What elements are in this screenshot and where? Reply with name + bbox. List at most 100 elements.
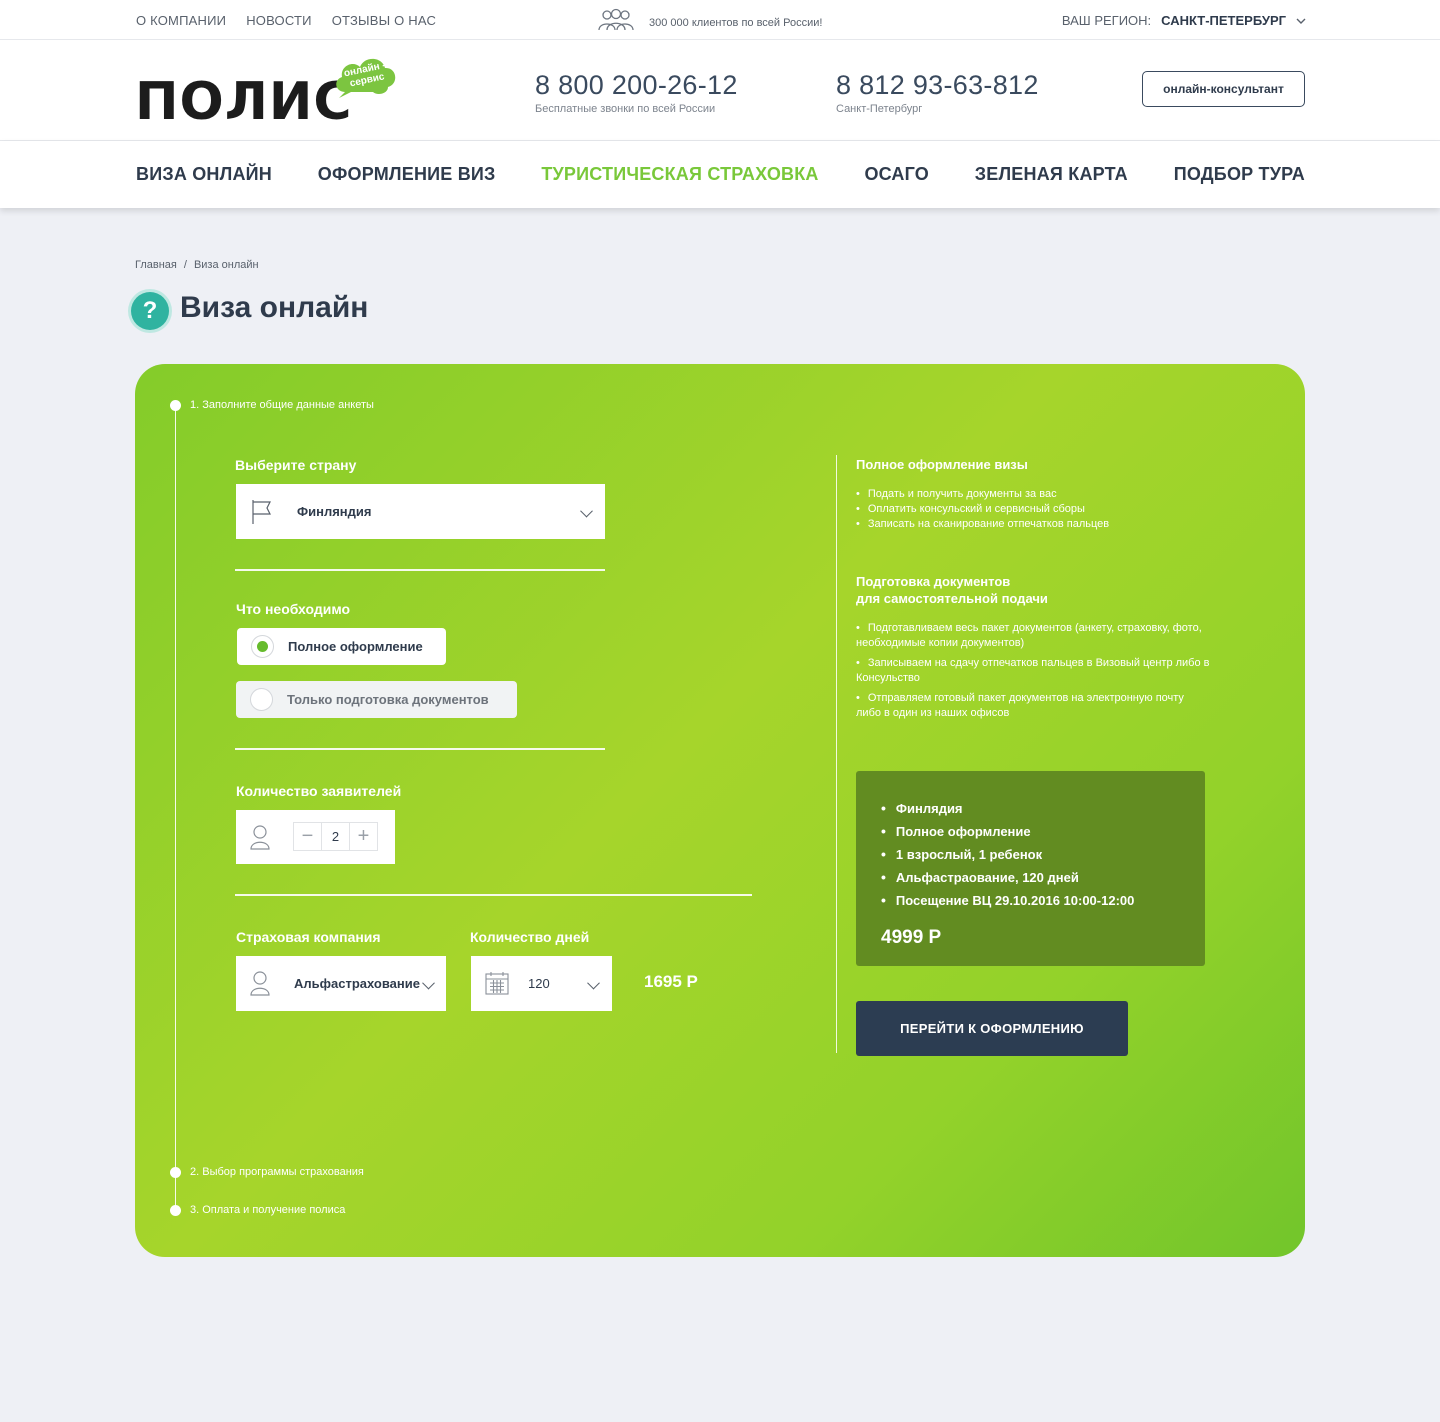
- question-icon[interactable]: ?: [131, 292, 169, 330]
- list-item: Подготавливаем весь пакет документов (ан…: [856, 621, 1211, 651]
- step-3-label: 3. Оплата и получение полиса: [190, 1204, 346, 1216]
- divider: [235, 748, 605, 750]
- option-docs-radio[interactable]: Только подготовка документов: [236, 681, 517, 718]
- full-service-title: Полное оформление визы: [856, 457, 1028, 472]
- option-full-label: Полное оформление: [288, 639, 423, 654]
- step-1-label: 1. Заполните общие данные анкеты: [190, 399, 374, 411]
- step-3: 3. Оплата и получение полиса: [170, 1204, 345, 1216]
- proceed-button[interactable]: ПЕРЕЙТИ К ОФОРМЛЕНИЮ: [856, 1001, 1128, 1056]
- radio-checked[interactable]: [251, 635, 274, 658]
- list-item: Отправляем готовый пакет документов на э…: [856, 691, 1211, 721]
- step-dot: [170, 399, 181, 411]
- chevron-down-icon[interactable]: [1296, 13, 1306, 28]
- applicants-label: Количество заявителей: [236, 783, 402, 799]
- country-select[interactable]: Финляндия: [236, 484, 605, 539]
- divider: [235, 569, 605, 571]
- logo[interactable]: ПОЛИС онлайн - сервис: [135, 54, 405, 134]
- applicants-value[interactable]: 2: [321, 823, 350, 850]
- need-label: Что необходимо: [236, 601, 351, 617]
- docs-service-list: Подготавливаем весь пакет документов (ан…: [856, 621, 1211, 726]
- calendar-icon: [485, 971, 509, 1000]
- list-item: Подать и получить документы за вас: [856, 487, 1211, 502]
- chevron-down-icon[interactable]: [580, 504, 593, 517]
- breadcrumb-home[interactable]: Главная: [135, 259, 177, 271]
- step-2-label: 2. Выбор программы страхования: [190, 1166, 364, 1178]
- top-bar: О КОМПАНИИ НОВОСТИ ОТЗЫВЫ О НАС 300 000 …: [0, 0, 1440, 40]
- nav-item-visa-processing[interactable]: ОФОРМЛЕНИЕ ВИЗ: [318, 164, 496, 185]
- country-value: Финляндия: [297, 504, 372, 519]
- header: ПОЛИС онлайн - сервис 8 800 200-26-12 Бе…: [0, 40, 1440, 141]
- radio-unchecked[interactable]: [250, 688, 273, 711]
- days-select[interactable]: 120: [471, 956, 612, 1011]
- chevron-down-icon[interactable]: [422, 976, 435, 989]
- clients-counter: 300 000 клиентов по всей России!: [597, 8, 822, 37]
- decrement-button[interactable]: −: [294, 823, 321, 850]
- summary-item: 1 взрослый, 1 ребенок: [881, 843, 1205, 866]
- link-reviews[interactable]: ОТЗЫВЫ О НАС: [332, 13, 436, 28]
- quantity-stepper: − 2 +: [293, 822, 378, 851]
- flag-icon: [250, 499, 274, 530]
- insurer-value: Альфастрахование: [294, 976, 420, 991]
- visa-form-panel: 1. Заполните общие данные анкеты 2. Выбо…: [135, 364, 1305, 1257]
- radio-dot: [257, 641, 268, 652]
- logo-word: ПОЛИС: [135, 72, 353, 132]
- country-label: Выберите страну: [235, 457, 357, 473]
- phone-free-note: Бесплатные звонки по всей России: [535, 103, 716, 115]
- summary-item: Альфастраование, 120 дней: [881, 866, 1205, 889]
- nav-item-green-card[interactable]: ЗЕЛЕНАЯ КАРТА: [975, 164, 1128, 185]
- steps-timeline: [175, 405, 176, 1213]
- list-item: Оплатить консульский и сервисный сборы: [856, 502, 1211, 517]
- step-2: 2. Выбор программы страхования: [170, 1166, 364, 1178]
- applicants-stepper: − 2 +: [236, 810, 395, 864]
- summary-item: Финлядия: [881, 797, 1205, 820]
- person-icon: [250, 970, 270, 1001]
- summary-item: Полное оформление: [881, 820, 1205, 843]
- link-about[interactable]: О КОМПАНИИ: [136, 13, 226, 28]
- people-icon: [597, 8, 635, 37]
- region-label: ВАШ РЕГИОН:: [1061, 13, 1152, 28]
- insurer-label: Страховая компания: [236, 929, 381, 945]
- region-value[interactable]: САНКТ-ПЕТЕРБУРГ: [1161, 13, 1286, 28]
- step-dot: [170, 1204, 181, 1216]
- option-docs-label: Только подготовка документов: [287, 692, 489, 707]
- divider: [235, 894, 752, 896]
- top-links: О КОМПАНИИ НОВОСТИ ОТЗЫВЫ О НАС: [136, 13, 436, 28]
- person-icon: [250, 824, 270, 855]
- chevron-down-icon[interactable]: [587, 976, 600, 989]
- phone-free-number[interactable]: 8 800 200-26-12: [535, 70, 738, 101]
- page-title: Виза онлайн: [180, 291, 369, 324]
- days-label: Количество дней: [470, 929, 590, 945]
- nav-item-osago[interactable]: ОСАГО: [864, 164, 929, 185]
- clients-text: 300 000 клиентов по всей России!: [649, 16, 823, 29]
- insurer-select[interactable]: Альфастрахование: [236, 956, 446, 1011]
- summary-total: 4999 Р: [881, 927, 942, 948]
- phone-spb-note: Санкт-Петербург: [836, 103, 923, 115]
- main-nav: ВИЗА ОНЛАЙН ОФОРМЛЕНИЕ ВИЗ ТУРИСТИЧЕСКАЯ…: [0, 141, 1440, 208]
- nav-item-tour-selection[interactable]: ПОДБОР ТУРА: [1174, 164, 1305, 185]
- phone-free: 8 800 200-26-12 Бесплатные звонки по все…: [535, 70, 738, 115]
- option-full-radio[interactable]: Полное оформление: [237, 628, 446, 665]
- breadcrumb-current: Виза онлайн: [193, 259, 259, 271]
- days-value: 120: [528, 976, 550, 991]
- docs-title-line-1: Подготовка документов: [856, 574, 1011, 589]
- vertical-divider: [836, 455, 837, 1053]
- docs-title-line-2: для самостоятельной подачи: [856, 591, 1048, 606]
- insurance-price: 1695 Р: [644, 972, 698, 991]
- nav-item-visa-online[interactable]: ВИЗА ОНЛАЙН: [136, 164, 272, 185]
- step-1: 1. Заполните общие данные анкеты: [170, 399, 374, 411]
- docs-service-title: Подготовка документов для самостоятельно…: [856, 573, 1048, 607]
- breadcrumb-separator: /: [183, 259, 187, 271]
- breadcrumb: Главная / Виза онлайн: [135, 259, 259, 271]
- list-item: Записать на сканирование отпечатков паль…: [856, 517, 1211, 532]
- list-item: Записываем на сдачу отпечатков пальцев в…: [856, 656, 1211, 686]
- order-summary: Финлядия Полное оформление 1 взрослый, 1…: [856, 771, 1205, 966]
- link-news[interactable]: НОВОСТИ: [246, 13, 312, 28]
- phone-spb: 8 812 93-63-812 Санкт-Петербург: [836, 70, 1039, 115]
- summary-item: Посещение ВЦ 29.10.2016 10:00-12:00: [881, 889, 1205, 912]
- phone-spb-number[interactable]: 8 812 93-63-812: [836, 70, 1039, 101]
- increment-button[interactable]: +: [350, 823, 377, 850]
- nav-item-travel-insurance[interactable]: ТУРИСТИЧЕСКАЯ СТРАХОВКА: [541, 164, 818, 185]
- step-dot: [170, 1166, 181, 1178]
- region-selector[interactable]: ВАШ РЕГИОН: САНКТ-ПЕТЕРБУРГ: [1062, 13, 1306, 28]
- online-consultant-button[interactable]: онлайн-консультант: [1142, 71, 1305, 107]
